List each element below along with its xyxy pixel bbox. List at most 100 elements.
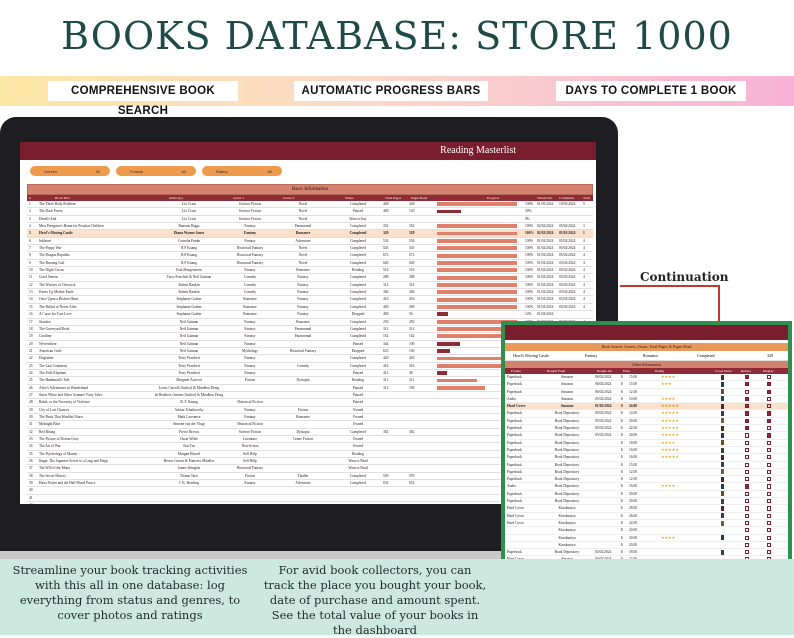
display-checkbox[interactable] (767, 550, 772, 555)
panel-row[interactable]: Paperback Book Depository $16.00 ★★★★★ (505, 454, 788, 462)
review-checkbox[interactable] (745, 382, 750, 387)
panel-row[interactable]: Paperback Book Depository 05/02/2024 $20.00… (505, 432, 788, 440)
review-checkbox[interactable] (745, 440, 750, 445)
display-checkbox[interactable] (767, 426, 772, 431)
filter-rating[interactable]: Rating All (202, 166, 282, 176)
review-checkbox[interactable] (745, 389, 750, 394)
table-row[interactable]: 7 The Poppy War R.F Kuang Historical Fantas… (27, 245, 593, 253)
cover-photo (721, 403, 724, 409)
panel-row[interactable]: Paperback Book Depository $20.00 (505, 498, 788, 506)
panel-row[interactable]: Kinokuniya $20.00 (505, 527, 788, 535)
panel-row[interactable]: Hard Cover Kinokuniya $26.00 (505, 513, 788, 520)
table-row[interactable]: 5 Howl's Moving Castle Diana Wynne Jones Fa… (27, 230, 593, 238)
table-row[interactable]: 2 The Dark Forest Liu Cixin Science Fiction… (27, 208, 593, 216)
panel-row[interactable]: Audio Amazon 05/02/2024 $10.00 ★★★★ (505, 396, 788, 404)
table-row[interactable]: 3 Death's End Liu Cixin Science Fiction Nove… (27, 216, 593, 224)
table-row[interactable]: 1 The Three Body Problem Liu Cixin Science … (27, 201, 593, 209)
review-checkbox[interactable] (745, 433, 750, 438)
display-checkbox[interactable] (767, 418, 772, 423)
review-checkbox[interactable] (745, 491, 750, 496)
panel-row[interactable]: Kinokuniya $20.00 (505, 542, 788, 550)
table-row[interactable]: 11 Good Omens Terry Pratchett & Neil Gaima… (27, 274, 593, 282)
display-checkbox[interactable] (767, 513, 772, 518)
display-checkbox[interactable] (767, 528, 772, 533)
cell-price: 20.00 (629, 499, 638, 504)
filter-genres[interactable]: Genres All (30, 166, 110, 176)
display-checkbox[interactable] (767, 455, 772, 460)
display-checkbox[interactable] (767, 520, 772, 526)
table-row[interactable]: 6 Inkheart Cornelia Funke Fantasy Adventure C… (27, 238, 593, 246)
display-checkbox[interactable] (767, 411, 772, 416)
table-row[interactable]: 8 The Dragon Republic R.F Kuang Historical … (27, 252, 593, 260)
table-row[interactable]: 16 A Curse for True Love Stephanie Garber R… (27, 311, 593, 319)
display-checkbox[interactable] (767, 506, 772, 511)
review-checkbox[interactable] (745, 418, 750, 423)
panel-row[interactable]: Hard Cover Kinokuniya $28.00 (505, 505, 788, 513)
display-checkbox[interactable] (767, 389, 772, 394)
review-checkbox[interactable] (745, 462, 750, 467)
panel-row[interactable]: Paperback Book Depository $20.00 (505, 491, 788, 499)
table-row[interactable]: 10 The Night Circus Erin Morgenstern Fantas… (27, 267, 593, 275)
panel-row[interactable]: Paperback Book Depository $18.00 ★★★★ (505, 440, 788, 447)
filter-format[interactable]: Format All (116, 166, 196, 176)
display-checkbox[interactable] (767, 440, 772, 445)
page-title: BOOKS DATABASE: STORE 1000 (61, 14, 733, 58)
review-checkbox[interactable] (745, 484, 750, 489)
panel-row[interactable]: Paperback Amazon 06/02/2024 $15.00 ★★★★ (505, 374, 788, 382)
table-row[interactable]: 9 The Burning God R.F Kuang Historical Fant… (27, 260, 593, 268)
table-row[interactable]: 14 Once Upon a Broken Heart Stephanie Garb… (27, 296, 593, 304)
display-checkbox[interactable] (767, 491, 772, 496)
display-checkbox[interactable] (767, 404, 772, 409)
table-row[interactable]: 15 The Ballad of Never After Stephanie Gar… (27, 304, 593, 312)
panel-row[interactable]: Audio Book Depository $16.00 ★★★★ (505, 483, 788, 491)
panel-row[interactable]: Paperback Amazon 06/02/2024 $12.00 (505, 389, 788, 396)
display-checkbox[interactable] (767, 375, 772, 380)
panel-row[interactable]: Paperback Amazon 06/02/2024 $15.00 ★★★ (505, 381, 788, 389)
table-row[interactable]: 12 The Witches of Chiswick Robert Rankin Co… (27, 282, 593, 290)
table-row[interactable]: 4 Miss Peregrine's Home for Peculiar Chil… (27, 223, 593, 231)
review-checkbox[interactable] (745, 447, 750, 453)
cell-tp: 352 (383, 224, 389, 229)
review-checkbox[interactable] (745, 404, 750, 409)
display-checkbox[interactable] (767, 447, 772, 453)
panel-row[interactable]: Hard Cover Amazon 01/02/2024 $24.00 ★★★★★ (505, 403, 788, 411)
review-checkbox[interactable] (745, 375, 750, 380)
panel-row[interactable]: Paperback Book Depository 05/02/2024 $20.00… (505, 418, 788, 426)
review-checkbox[interactable] (745, 411, 750, 416)
table-row[interactable]: 13 Knees Up Mother Earth Robert Rankin Come… (27, 289, 593, 297)
review-checkbox[interactable] (745, 528, 750, 533)
display-checkbox[interactable] (767, 535, 772, 540)
display-checkbox[interactable] (767, 542, 772, 548)
display-checkbox[interactable] (767, 499, 772, 504)
panel-row[interactable]: Paperback Book Depository 05/02/2024 $18.00 (505, 549, 788, 557)
review-checkbox[interactable] (745, 426, 750, 431)
panel-row[interactable]: Hard Cover Kinokuniya $24.00 (505, 520, 788, 528)
display-checkbox[interactable] (767, 433, 772, 438)
display-checkbox[interactable] (767, 462, 772, 467)
review-checkbox[interactable] (745, 550, 750, 555)
display-checkbox[interactable] (767, 477, 772, 482)
review-checkbox[interactable] (745, 396, 750, 402)
review-checkbox[interactable] (745, 542, 750, 548)
review-checkbox[interactable] (745, 455, 750, 460)
cell-tp: 344 (383, 341, 389, 346)
display-checkbox[interactable] (767, 396, 772, 402)
book-search-row[interactable]: Howl's Moving Castle Fantasy Romance Com… (505, 351, 788, 361)
review-checkbox[interactable] (745, 499, 750, 504)
display-checkbox[interactable] (767, 469, 772, 475)
review-checkbox[interactable] (745, 535, 750, 540)
panel-row[interactable]: Paperback Book Depository 05/02/2024 $14.00… (505, 410, 788, 418)
panel-row[interactable]: Paperback Book Depository $12.00 (505, 469, 788, 477)
panel-row[interactable]: Paperback Book Depository $15.00 (505, 462, 788, 469)
review-checkbox[interactable] (745, 513, 750, 518)
review-checkbox[interactable] (745, 477, 750, 482)
review-checkbox[interactable] (745, 506, 750, 511)
display-checkbox[interactable] (767, 484, 772, 489)
review-checkbox[interactable] (745, 520, 750, 526)
review-checkbox[interactable] (745, 469, 750, 475)
panel-row[interactable]: Paperback Book Depository $16.00 ★★★★★ (505, 447, 788, 455)
panel-row[interactable]: Paperback Book Depository $12.00 (505, 476, 788, 484)
panel-row[interactable]: Paperback Book Depository 05/02/2024 $22.00… (505, 425, 788, 433)
display-checkbox[interactable] (767, 382, 772, 387)
panel-row[interactable]: Kinokuniya $20.00 ★★★★ (505, 535, 788, 542)
